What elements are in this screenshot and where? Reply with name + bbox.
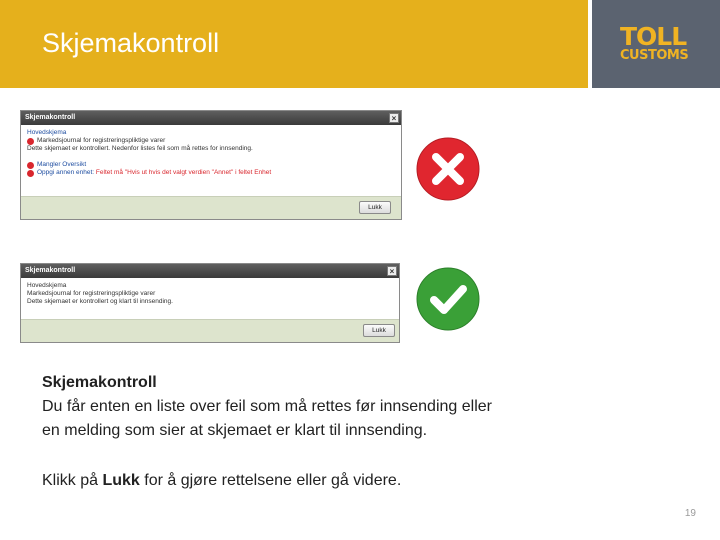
close-icon[interactable]: × xyxy=(387,266,397,276)
status-message: Dette skjemaet er kontrollert og klart t… xyxy=(27,298,173,305)
error-field-line: Oppgi annen enhet: Feltet må "Hvis ut hv… xyxy=(27,169,395,177)
error-section-line: Mangler Oversikt xyxy=(27,161,395,169)
dialog-titlebar: Skjemakontroll × xyxy=(21,264,399,278)
status-message: Dette skjemaet er kontrollert. Nedenfor … xyxy=(27,145,253,152)
error-detail: Feltet må "Hvis ut hvis det valgt verdie… xyxy=(95,169,272,176)
dialog-body: Hovedskjema Markedsjournal for registrer… xyxy=(21,125,401,177)
description-block: Skjemakontroll Du får enten en liste ove… xyxy=(42,371,602,443)
page-number: 19 xyxy=(684,508,696,519)
error-section-link[interactable]: Mangler Oversikt xyxy=(37,161,86,169)
logo-text-customs: CUSTOMS xyxy=(620,48,689,63)
dialog-footer: Lukk xyxy=(21,319,399,342)
error-dot-icon xyxy=(27,169,34,177)
close-icon[interactable]: × xyxy=(389,113,399,123)
success-check-icon xyxy=(416,267,480,331)
close-button[interactable]: Lukk xyxy=(359,201,391,214)
instruction-bold: Lukk xyxy=(102,472,140,489)
section-label: Hovedskjema xyxy=(27,129,67,136)
dialog-body: Hovedskjema Markedsjournal for registrer… xyxy=(21,278,399,306)
description-line: Du får enten en liste over feil som må r… xyxy=(42,398,492,415)
slide-title: Skjemakontroll xyxy=(42,28,220,58)
error-dot-icon xyxy=(27,161,34,169)
instruction-text: Klikk på Lukk for å gjøre rettelsene ell… xyxy=(42,470,401,492)
error-x-icon xyxy=(416,137,480,201)
error-dialog-screenshot: Skjemakontroll × Hovedskjema Markedsjour… xyxy=(20,110,402,220)
form-name: Markedsjournal for registreringspliktige… xyxy=(27,290,156,297)
section-label: Hovedskjema xyxy=(27,282,67,289)
close-button[interactable]: Lukk xyxy=(363,324,395,337)
error-dot-icon xyxy=(27,137,34,145)
description-line: en melding som sier at skjemaet er klart… xyxy=(42,422,428,439)
form-name: Markedsjournal for registreringspliktige… xyxy=(37,137,166,144)
error-line: Markedsjournal for registreringspliktige… xyxy=(27,137,395,145)
dialog-title: Skjemakontroll xyxy=(25,114,76,121)
instruction-suffix: for å gjøre rettelsene eller gå videre. xyxy=(139,472,402,489)
dialog-title: Skjemakontroll xyxy=(25,267,76,274)
error-field-link[interactable]: Oppgi annen enhet: xyxy=(37,169,94,177)
success-dialog-screenshot: Skjemakontroll × Hovedskjema Markedsjour… xyxy=(20,263,400,343)
logo-text-toll: TOLL xyxy=(620,22,687,51)
dialog-titlebar: Skjemakontroll × xyxy=(21,111,401,125)
toll-customs-logo: TOLL CUSTOMS xyxy=(592,0,720,88)
slide-header: Skjemakontroll xyxy=(0,0,588,88)
description-title: Skjemakontroll xyxy=(42,374,157,391)
dialog-footer: Lukk xyxy=(21,196,401,219)
instruction-prefix: Klikk på xyxy=(42,472,103,489)
